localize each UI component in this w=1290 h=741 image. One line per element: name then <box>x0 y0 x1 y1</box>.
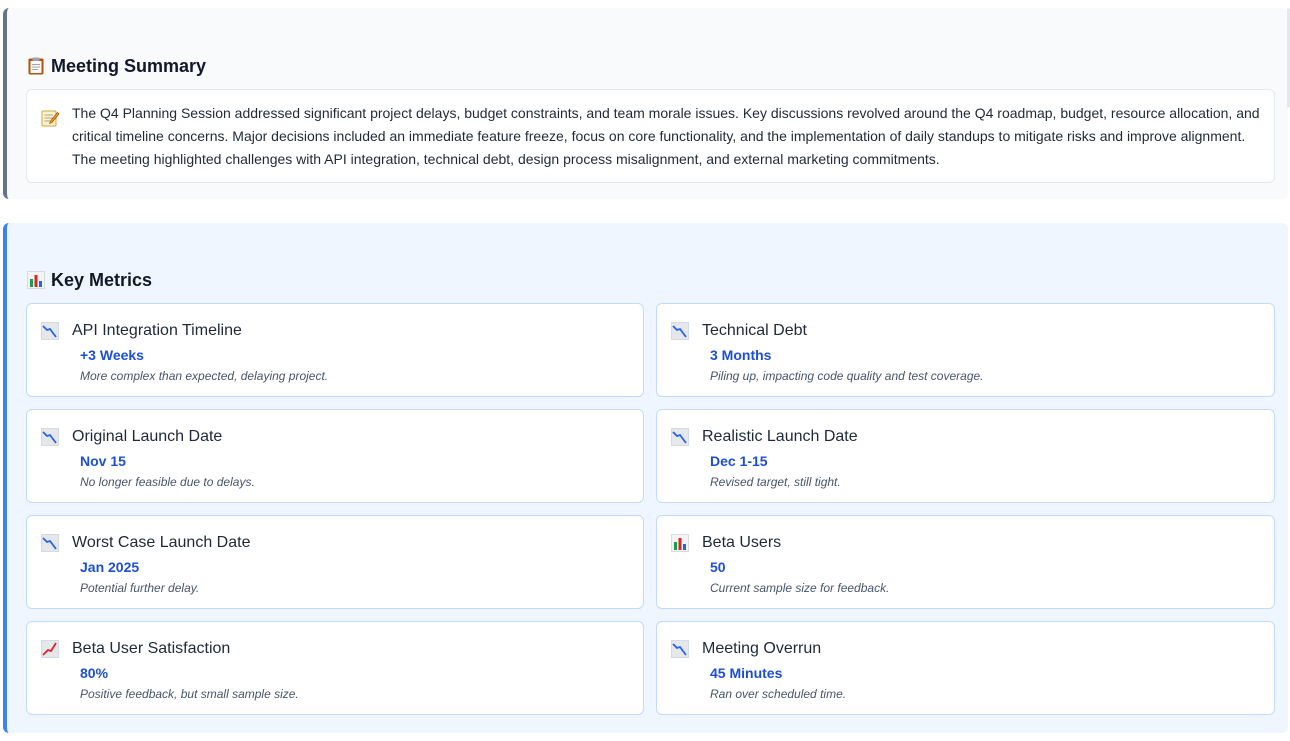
metric-note: No longer feasible due to delays. <box>80 475 255 489</box>
metric-value: Dec 1-15 <box>710 453 768 469</box>
bar-chart-icon <box>26 270 46 290</box>
metric-note: Piling up, impacting code quality and te… <box>710 369 984 383</box>
metric-title: Original Launch Date <box>72 428 223 445</box>
clipboard-icon <box>26 56 46 76</box>
chart-increasing-icon <box>40 639 60 659</box>
metric-note: Revised target, still tight. <box>710 475 841 489</box>
metric-value: 3 Months <box>710 347 772 363</box>
metric-value: Jan 2025 <box>80 559 140 575</box>
metric-note: Positive feedback, but small sample size… <box>80 687 299 701</box>
metric-note: Ran over scheduled time. <box>710 687 847 701</box>
meeting-summary-heading: Meeting Summary <box>26 55 206 77</box>
metric-note: Current sample size for feedback. <box>710 581 890 595</box>
metric-card: Beta User Satisfaction 80% Positive feed… <box>26 621 644 715</box>
bar-chart-icon <box>670 533 690 553</box>
metric-title: Beta User Satisfaction <box>72 640 231 657</box>
summary-card: The Q4 Planning Session addressed signif… <box>26 89 1275 183</box>
metric-card: Original Launch Date Nov 15 No longer fe… <box>26 409 644 503</box>
metric-note: Potential further delay. <box>80 581 200 595</box>
metric-value: Nov 15 <box>80 453 126 469</box>
metric-value: 45 Minutes <box>710 665 783 681</box>
chart-decreasing-icon <box>670 427 690 447</box>
metric-card: API Integration Timeline +3 Weeks More c… <box>26 303 644 397</box>
metric-title: API Integration Timeline <box>72 322 242 339</box>
metric-note: More complex than expected, delaying pro… <box>80 369 329 383</box>
metric-card: Meeting Overrun 45 Minutes Ran over sche… <box>656 621 1275 715</box>
metric-title: Worst Case Launch Date <box>72 534 251 551</box>
metric-card: Worst Case Launch Date Jan 2025 Potentia… <box>26 515 644 609</box>
meeting-summary-heading-text: Meeting Summary <box>51 56 207 76</box>
meeting-summary-section: Meeting Summary The Q4 Planning Session … <box>3 8 1288 199</box>
metric-card: Technical Debt 3 Months Piling up, impac… <box>656 303 1275 397</box>
metric-title: Meeting Overrun <box>702 640 822 657</box>
metric-title: Technical Debt <box>702 322 807 339</box>
metric-title: Beta Users <box>702 534 782 551</box>
metric-value: 50 <box>710 559 726 575</box>
metric-card: Realistic Launch Date Dec 1-15 Revised t… <box>656 409 1275 503</box>
metric-card: Beta Users 50 Current sample size for fe… <box>656 515 1275 609</box>
memo-icon <box>40 108 60 128</box>
chart-decreasing-icon <box>40 533 60 553</box>
chart-decreasing-icon <box>670 639 690 659</box>
key-metrics-section: Key Metrics API Integration Timeline +3 … <box>3 223 1288 733</box>
chart-decreasing-icon <box>40 427 60 447</box>
chart-decreasing-icon <box>670 321 690 341</box>
key-metrics-heading: Key Metrics <box>26 269 152 291</box>
key-metrics-heading-text: Key Metrics <box>51 270 153 290</box>
metrics-grid: API Integration Timeline +3 Weeks More c… <box>26 303 1275 715</box>
summary-text: The Q4 Planning Session addressed signif… <box>72 105 1260 167</box>
metric-value: +3 Weeks <box>80 347 144 363</box>
metric-value: 80% <box>80 665 109 681</box>
metric-title: Realistic Launch Date <box>702 428 858 445</box>
chart-decreasing-icon <box>40 321 60 341</box>
page: Meeting Summary The Q4 Planning Session … <box>0 0 1290 741</box>
